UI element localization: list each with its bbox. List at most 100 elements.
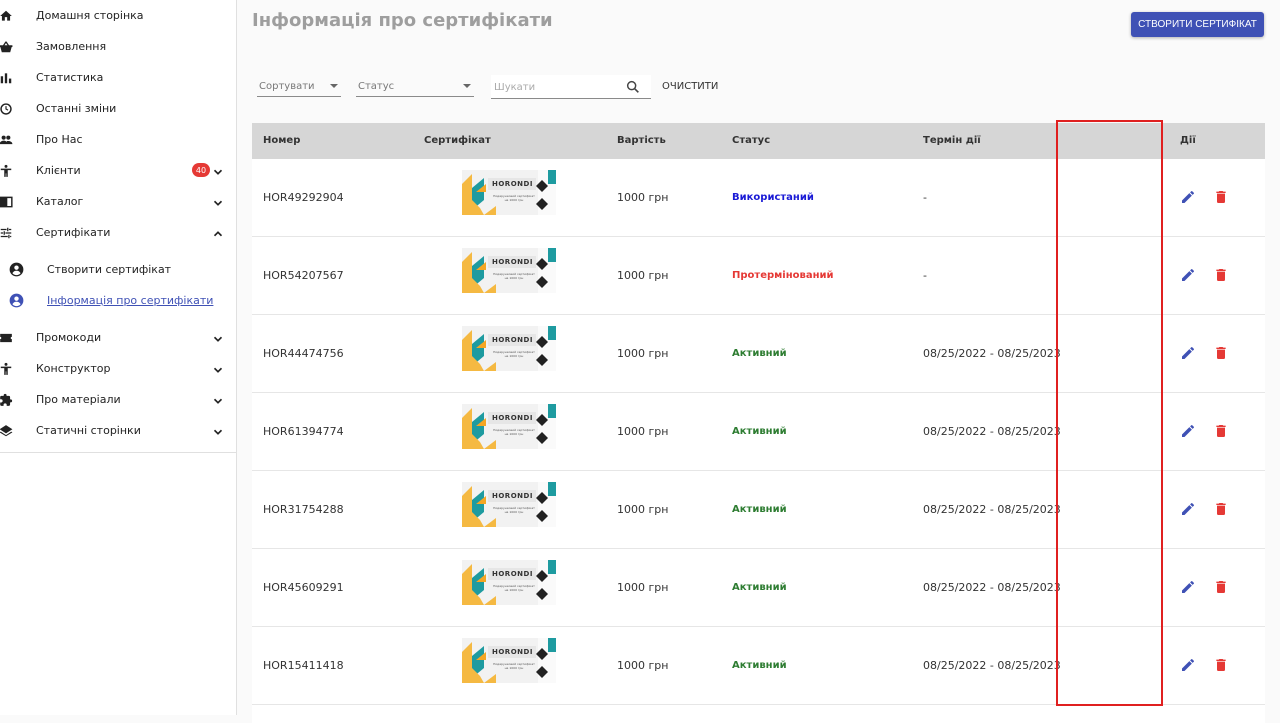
chevron-down-icon[interactable] <box>211 331 225 345</box>
chevron-up-icon[interactable] <box>211 226 225 240</box>
certificate-image: HORONDI Подарунковий сертифікат на 1000 … <box>462 248 556 293</box>
table-header: Номер Сертифікат Вартість Статус Термін … <box>252 123 1265 159</box>
table-row: HOR44474756 HORONDI Подарунковий сертифі… <box>252 315 1265 393</box>
delete-icon[interactable] <box>1213 501 1229 517</box>
certificate-caption-text: Подарунковий сертифікат на 1000 грн <box>493 584 535 592</box>
sidebar-item-label: Останні зміни <box>36 102 117 115</box>
sidebar-subitem-label: Створити сертифікат <box>47 263 172 276</box>
sidebar-item-label: Конструктор <box>36 362 111 375</box>
certificate-number: HOR54207567 <box>263 269 344 282</box>
certificate-brand-text: HORONDI <box>492 180 533 188</box>
home-icon <box>0 8 14 24</box>
create-certificate-button[interactable]: СТВОРИТИ СЕРТИФІКАТ <box>1131 12 1264 37</box>
sidebar-item-about-us[interactable]: Про Нас <box>0 124 237 155</box>
certificate-caption-text: Подарунковий сертифікат на 1000 грн <box>493 194 535 202</box>
account-circle-icon <box>9 293 24 308</box>
certificate-brand-text: HORONDI <box>492 648 533 656</box>
certificate-image: HORONDI Подарунковий сертифікат на 1000 … <box>462 170 556 215</box>
validity-term: 08/25/2022 - 08/25/2023 <box>923 347 1061 360</box>
certificate-number: HOR49292904 <box>263 191 344 204</box>
certificate-price: 1000 грн <box>617 269 669 282</box>
sidebar-item-certificates[interactable]: Сертифікати <box>0 217 237 248</box>
validity-term: 08/25/2022 - 08/25/2023 <box>923 659 1061 672</box>
certificate-brand-text: HORONDI <box>492 492 533 500</box>
column-header-certificate: Сертифікат <box>424 135 491 146</box>
sort-select-label: Сортувати <box>259 81 315 92</box>
edit-icon[interactable] <box>1180 423 1196 439</box>
sidebar-item-label: Промокоди <box>36 331 102 344</box>
certificate-number: HOR44474756 <box>263 347 344 360</box>
sidebar-subitem-certificates-info[interactable]: Інформація про сертифікати <box>0 287 237 315</box>
edit-icon[interactable] <box>1180 267 1196 283</box>
certificate-number: HOR15411418 <box>263 659 344 672</box>
status-label: Активний <box>732 660 787 671</box>
sidebar-item-catalog[interactable]: Каталог <box>0 186 237 217</box>
search-field <box>491 75 651 99</box>
certificate-price: 1000 грн <box>617 503 669 516</box>
sidebar-item-materials[interactable]: Про матеріали <box>0 384 237 415</box>
delete-icon[interactable] <box>1213 345 1229 361</box>
sidebar-item-home[interactable]: Домашня сторінка <box>0 0 237 31</box>
sort-select[interactable]: Сортувати <box>257 75 341 97</box>
sidebar-item-orders[interactable]: Замовлення <box>0 31 237 62</box>
edit-icon[interactable] <box>1180 345 1196 361</box>
table-row: HOR54207567 HORONDI Подарунковий сертифі… <box>252 237 1265 315</box>
chevron-down-icon[interactable] <box>211 195 225 209</box>
search-input[interactable] <box>494 79 614 95</box>
sidebar-item-statistics[interactable]: Статистика <box>0 62 237 93</box>
status-select[interactable]: Статус <box>356 75 474 97</box>
edit-icon[interactable] <box>1180 189 1196 205</box>
certificate-price: 1000 грн <box>617 425 669 438</box>
bar-chart-icon <box>0 70 14 86</box>
edit-icon[interactable] <box>1180 657 1196 673</box>
certificate-brand-text: HORONDI <box>492 258 533 266</box>
certificate-price: 1000 грн <box>617 659 669 672</box>
table-row: HOR15411418 HORONDI Подарунковий сертифі… <box>252 627 1265 705</box>
certificate-image: HORONDI Подарунковий сертифікат на 1000 … <box>462 638 556 683</box>
sidebar-item-constructor[interactable]: Конструктор <box>0 353 237 384</box>
column-header-actions: Дії <box>1180 135 1196 146</box>
clear-filters-button[interactable]: ОЧИСТИТИ <box>662 81 718 92</box>
certificate-caption-text: Подарунковий сертифікат на 1000 грн <box>493 428 535 436</box>
delete-icon[interactable] <box>1213 657 1229 673</box>
certificate-brand-text: HORONDI <box>492 336 533 344</box>
chevron-down-icon[interactable] <box>211 393 225 407</box>
status-label: Активний <box>732 504 787 515</box>
certificate-brand-text: HORONDI <box>492 414 533 422</box>
certificate-image: HORONDI Подарунковий сертифікат на 1000 … <box>462 482 556 527</box>
book-icon <box>0 194 14 210</box>
edit-icon[interactable] <box>1180 579 1196 595</box>
certificate-price: 1000 грн <box>617 347 669 360</box>
delete-icon[interactable] <box>1213 189 1229 205</box>
sidebar: Домашня сторінка Замовлення Статистика О… <box>0 0 237 715</box>
delete-icon[interactable] <box>1213 423 1229 439</box>
chevron-down-icon[interactable] <box>211 362 225 376</box>
sidebar-item-recent-changes[interactable]: Останні зміни <box>0 93 237 124</box>
ticket-icon <box>0 330 14 346</box>
validity-term: - <box>923 191 927 204</box>
certificate-image: HORONDI Подарунковий сертифікат на 1000 … <box>462 326 556 371</box>
chevron-down-icon[interactable] <box>211 164 225 178</box>
certificate-caption-text: Подарунковий сертифікат на 1000 грн <box>493 272 535 280</box>
sidebar-item-clients[interactable]: Клієнти 40 <box>0 155 237 186</box>
people-icon <box>0 132 14 148</box>
sidebar-item-promocodes[interactable]: Промокоди <box>0 322 237 353</box>
edit-icon[interactable] <box>1180 501 1196 517</box>
certificate-number: HOR45609291 <box>263 581 344 594</box>
table-row: HOR31754288 HORONDI Подарунковий сертифі… <box>252 471 1265 549</box>
table-row: HOR61394774 HORONDI Подарунковий сертифі… <box>252 393 1265 471</box>
column-header-status: Статус <box>732 135 771 146</box>
basket-icon <box>0 39 14 55</box>
validity-term: 08/25/2022 - 08/25/2023 <box>923 503 1061 516</box>
certificate-price: 1000 грн <box>617 191 669 204</box>
sidebar-item-static-pages[interactable]: Статичні сторінки <box>0 415 237 446</box>
chevron-down-icon[interactable] <box>211 424 225 438</box>
delete-icon[interactable] <box>1213 267 1229 283</box>
sidebar-subitem-label: Інформація про сертифікати <box>47 294 214 307</box>
status-label: Активний <box>732 348 787 359</box>
sidebar-item-label: Каталог <box>36 195 84 208</box>
sidebar-subitem-create-certificate[interactable]: Створити сертифікат <box>0 256 237 284</box>
delete-icon[interactable] <box>1213 579 1229 595</box>
sidebar-item-label: Статичні сторінки <box>36 424 141 437</box>
search-icon[interactable] <box>625 79 641 95</box>
